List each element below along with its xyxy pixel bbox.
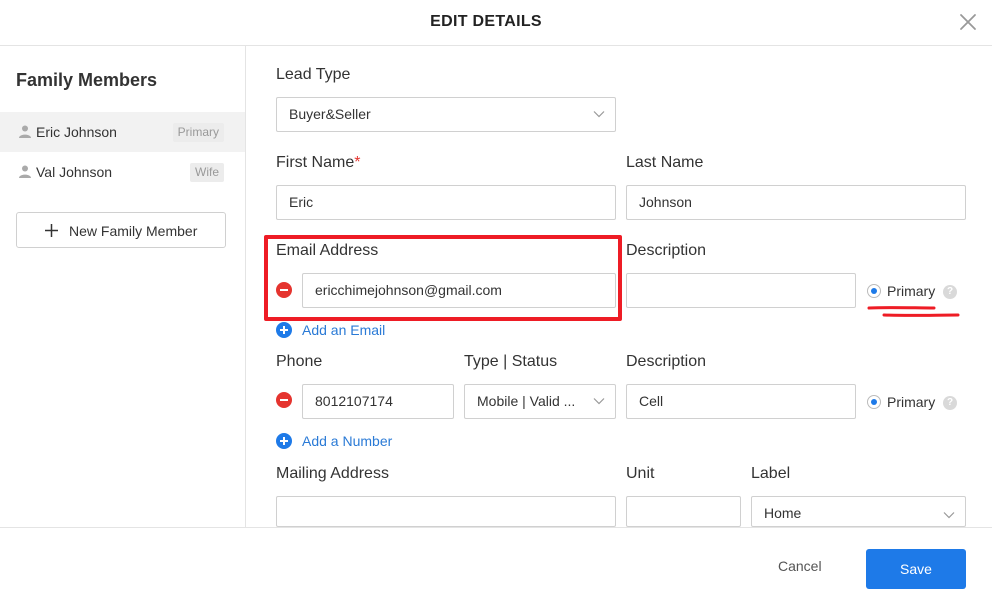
phone-primary-radio[interactable]: Primary — [867, 394, 947, 412]
first-name-label: First Name* — [276, 154, 360, 172]
add-number-link[interactable]: Add a Number — [276, 433, 396, 451]
last-name-input[interactable]: Johnson — [626, 185, 966, 220]
email-description-label: Description — [626, 242, 707, 259]
phone-label: Phone — [276, 353, 323, 370]
help-icon[interactable]: ? — [943, 285, 957, 299]
phone-description-label: Description — [626, 353, 707, 370]
plus-icon — [44, 223, 59, 238]
chevron-down-icon — [593, 111, 605, 118]
close-icon[interactable] — [958, 11, 978, 33]
family-member-item[interactable]: Eric Johnson Primary — [0, 112, 245, 152]
edit-details-modal: EDIT DETAILS Family Members Eric Johnson… — [0, 0, 992, 601]
phone-description-input[interactable]: Cell — [626, 384, 856, 419]
address-label-value: Home — [764, 505, 802, 521]
email-input[interactable]: ericchimejohnson@gmail.com — [302, 273, 616, 308]
email-address-label: Email Address — [276, 242, 379, 259]
first-name-input[interactable]: Eric — [276, 185, 616, 220]
remove-email-button[interactable] — [276, 282, 292, 298]
modal-title: EDIT DETAILS — [430, 13, 542, 30]
unit-input[interactable] — [626, 496, 741, 527]
add-email-label: Add an Email — [302, 322, 386, 338]
family-members-sidebar: Family Members Eric Johnson Primary Val … — [0, 46, 246, 527]
modal-header: EDIT DETAILS — [0, 0, 992, 46]
unit-label: Unit — [626, 465, 655, 482]
email-description-input[interactable] — [626, 273, 856, 308]
member-relation-badge: Wife — [190, 163, 224, 182]
new-family-member-button[interactable]: New Family Member — [16, 212, 226, 248]
person-icon — [19, 165, 31, 178]
address-label-label: Label — [751, 465, 791, 482]
modal-footer: Cancel Save — [0, 527, 992, 601]
radio-selected-icon — [867, 284, 881, 298]
add-email-link[interactable]: Add an Email — [276, 322, 396, 340]
chevron-down-icon — [943, 512, 955, 519]
phone-type-status-label: Type | Status — [464, 353, 558, 370]
last-name-label: Last Name — [626, 154, 704, 171]
phone-type-status-value: Mobile | Valid ... — [477, 393, 576, 409]
add-number-label: Add a Number — [302, 433, 393, 449]
member-name: Eric Johnson — [36, 124, 117, 140]
annotation-underline — [867, 306, 960, 317]
help-icon[interactable]: ? — [943, 396, 957, 410]
member-name: Val Johnson — [36, 164, 113, 180]
remove-phone-button[interactable] — [276, 392, 292, 408]
sidebar-title: Family Members — [16, 70, 158, 90]
cancel-button[interactable]: Cancel — [778, 558, 822, 574]
primary-label: Primary — [887, 283, 936, 299]
email-primary-radio[interactable]: Primary — [867, 283, 947, 301]
new-family-member-label: New Family Member — [69, 223, 198, 239]
radio-selected-icon — [867, 395, 881, 409]
person-icon — [19, 125, 31, 138]
minus-circle-icon — [276, 282, 292, 298]
address-label-select[interactable]: Home — [751, 496, 966, 527]
member-relation-badge: Primary — [172, 123, 224, 142]
phone-input[interactable]: 8012107174 — [302, 384, 454, 419]
lead-type-label: Lead Type — [276, 66, 351, 83]
primary-label: Primary — [887, 394, 936, 410]
save-button[interactable]: Save — [866, 549, 966, 589]
minus-circle-icon — [276, 392, 292, 408]
phone-type-status-select[interactable]: Mobile | Valid ... — [464, 384, 616, 419]
chevron-down-icon — [593, 398, 605, 405]
lead-type-select[interactable]: Buyer&Seller — [276, 97, 616, 132]
lead-type-value: Buyer&Seller — [289, 106, 371, 122]
required-asterisk: * — [354, 154, 361, 171]
plus-circle-icon — [276, 322, 292, 338]
family-member-item[interactable]: Val Johnson Wife — [0, 152, 245, 192]
plus-circle-icon — [276, 433, 292, 449]
mailing-address-input[interactable] — [276, 496, 616, 527]
first-name-label-text: First Name — [276, 154, 355, 171]
mailing-address-label: Mailing Address — [276, 465, 389, 482]
